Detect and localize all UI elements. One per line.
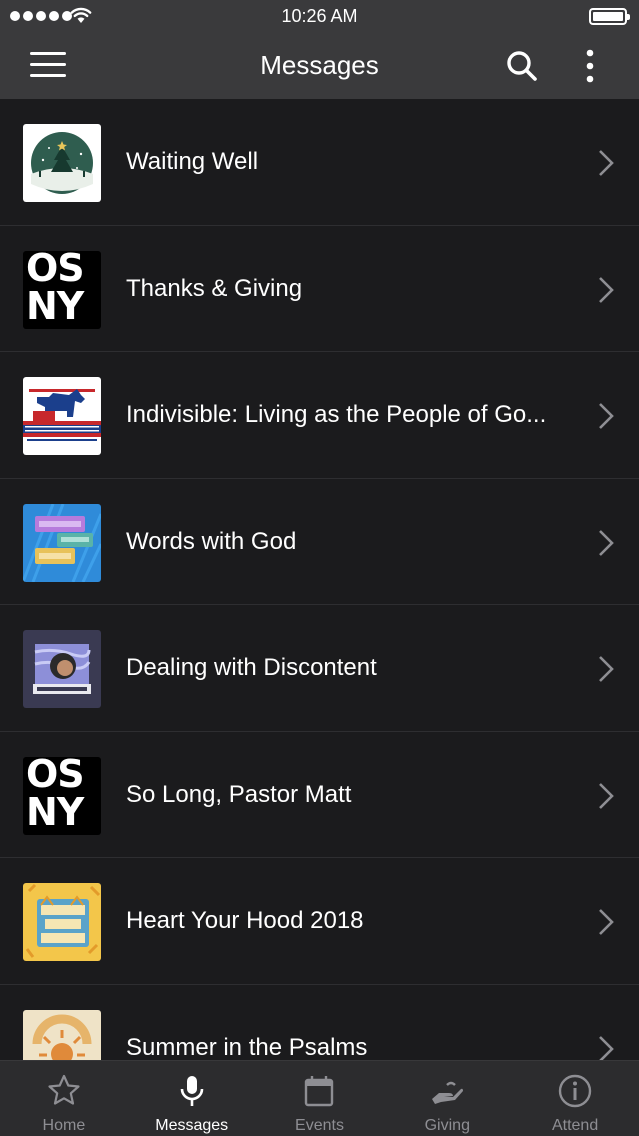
tab-bar: Home Messages Events Giving Attend <box>0 1060 639 1136</box>
list-item[interactable]: Heart Your Hood 2018 <box>0 858 639 985</box>
summer-psalms-artwork <box>23 1009 101 1060</box>
search-icon[interactable] <box>506 50 538 82</box>
message-title: Words with God <box>126 527 297 555</box>
nav-bar: Messages <box>0 32 639 99</box>
message-title: Heart Your Hood 2018 <box>126 907 364 934</box>
chevron-right-icon <box>599 1035 614 1060</box>
words-with-god-artwork <box>23 503 101 582</box>
message-title: Dealing with Discontent <box>126 654 377 681</box>
tab-home[interactable]: Home <box>0 1061 128 1136</box>
tab-label: Giving <box>424 1117 470 1134</box>
message-title: Indivisible: Living as the People of Go.… <box>126 401 547 428</box>
microphone-icon <box>180 1076 203 1106</box>
list-item[interactable]: Dealing with Discontent <box>0 605 639 732</box>
menu-button[interactable] <box>30 52 66 78</box>
status-bar: 10:26 AM <box>0 0 639 32</box>
osny-logo: OS NY <box>23 756 101 835</box>
list-item[interactable]: Indivisible: Living as the People of Go.… <box>0 352 639 479</box>
star-icon <box>48 1074 80 1105</box>
osny-logo: OS NY <box>23 250 101 329</box>
chevron-right-icon <box>599 909 614 935</box>
chevron-right-icon <box>599 529 614 556</box>
list-item[interactable]: OS NY So Long, Pastor Matt <box>0 732 639 858</box>
winter-tree-artwork <box>23 124 101 202</box>
tab-label: Messages <box>155 1117 229 1134</box>
list-item[interactable]: OS NY Thanks & Giving <box>0 226 639 352</box>
donkey-artwork <box>23 377 101 455</box>
tab-events[interactable]: Events <box>256 1061 384 1136</box>
tab-label: Home <box>42 1117 86 1134</box>
message-title: Waiting Well <box>126 148 259 175</box>
tab-label: Attend <box>551 1117 599 1134</box>
discontent-artwork <box>23 630 101 708</box>
heart-your-hood-artwork <box>23 883 101 961</box>
menu-icon <box>30 52 66 55</box>
messages-list: Waiting Well OS NY Thanks & Giving Indiv… <box>0 99 639 1060</box>
chevron-right-icon <box>599 276 614 303</box>
info-icon <box>558 1074 592 1108</box>
message-title: Thanks & Giving <box>126 274 303 302</box>
page-title: Messages <box>260 50 379 80</box>
chevron-right-icon <box>599 150 614 176</box>
message-title: So Long, Pastor Matt <box>126 780 352 808</box>
chevron-right-icon <box>599 782 614 809</box>
list-item[interactable]: Words with God <box>0 479 639 605</box>
more-vertical-icon[interactable] <box>580 48 600 84</box>
message-title: Summer in the Psalms <box>126 1033 368 1061</box>
status-time: 10:26 AM <box>281 6 358 26</box>
list-item[interactable]: Waiting Well <box>0 99 639 226</box>
list-item[interactable]: Summer in the Psalms <box>0 985 639 1061</box>
tab-giving[interactable]: Giving <box>383 1061 511 1136</box>
battery-icon <box>589 8 630 25</box>
tab-attend[interactable]: Attend <box>511 1061 639 1136</box>
chevron-right-icon <box>599 403 614 429</box>
chevron-right-icon <box>599 656 614 682</box>
tab-label: Events <box>295 1117 344 1134</box>
giving-hand-icon <box>432 1081 464 1104</box>
tab-messages[interactable]: Messages <box>128 1061 256 1136</box>
calendar-icon <box>305 1076 334 1107</box>
